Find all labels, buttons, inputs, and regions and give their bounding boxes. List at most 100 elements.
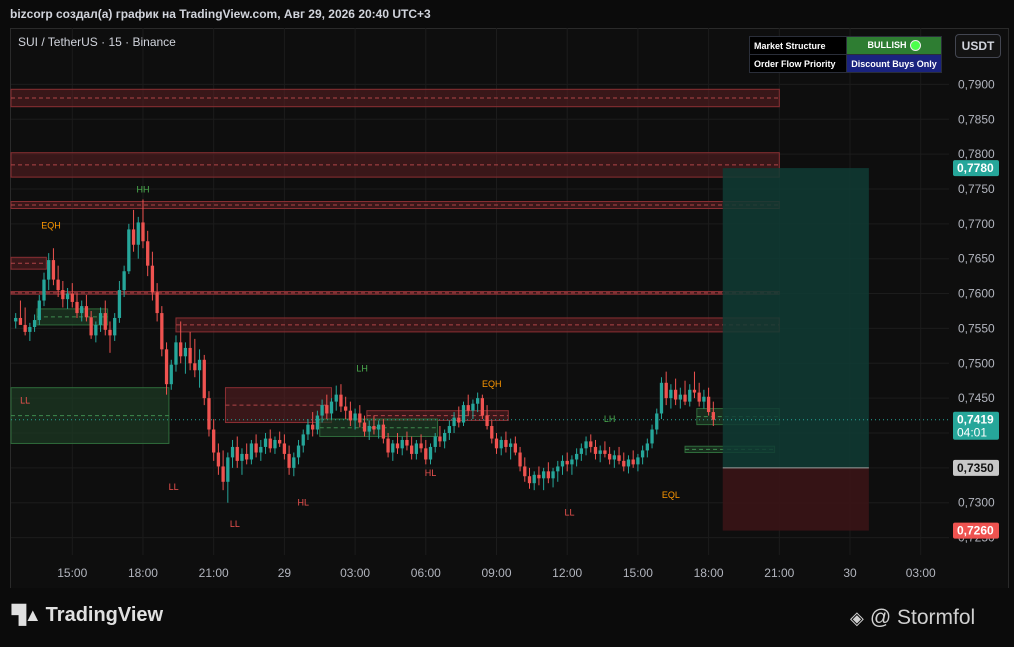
candle-body bbox=[75, 301, 79, 314]
price-tick-label: 0,7650 bbox=[958, 252, 995, 266]
candle-body bbox=[631, 459, 635, 465]
candle-body bbox=[471, 403, 475, 411]
candle-body bbox=[150, 265, 155, 293]
credit-text: @ Stormfol bbox=[869, 606, 976, 629]
structure-label: HL bbox=[297, 498, 309, 508]
structure-label: EQH bbox=[482, 379, 502, 389]
candle-body bbox=[65, 293, 70, 300]
time-tick-label: 03:00 bbox=[340, 566, 370, 580]
candle-body bbox=[424, 448, 428, 460]
candle-body bbox=[527, 476, 532, 484]
time-tick-label: 29 bbox=[278, 566, 292, 580]
candle-body bbox=[711, 412, 715, 420]
candle-body bbox=[702, 396, 706, 402]
structure-label: LL bbox=[230, 519, 240, 529]
candle-body bbox=[593, 446, 598, 454]
candle-body bbox=[499, 439, 503, 449]
candle-body bbox=[42, 279, 46, 301]
candle-body bbox=[353, 413, 357, 421]
symbol-label[interactable]: SUI / TetherUS · 15 · Binance bbox=[18, 35, 176, 49]
candle-body bbox=[362, 422, 367, 432]
candle-body bbox=[61, 290, 65, 300]
candle-body bbox=[428, 446, 433, 460]
candle-body bbox=[452, 417, 456, 427]
time-tick-label: 06:00 bbox=[411, 566, 441, 580]
candle-body bbox=[339, 394, 343, 407]
candle-body bbox=[381, 424, 386, 439]
author-credit: ◈ @ Stormfol bbox=[850, 606, 975, 630]
candle-body bbox=[405, 439, 409, 446]
countdown-label: 04:01 bbox=[957, 426, 987, 440]
candle-body bbox=[659, 382, 664, 414]
time-tick-label: 03:00 bbox=[906, 566, 936, 580]
candle-body bbox=[650, 429, 654, 444]
candle-body bbox=[579, 448, 583, 454]
candle-body bbox=[245, 453, 249, 460]
candle-body bbox=[541, 471, 546, 479]
price-tag-label: 0,7350 bbox=[957, 461, 994, 475]
candle-body bbox=[183, 347, 188, 357]
candle-body bbox=[508, 443, 513, 447]
candle-body bbox=[622, 460, 626, 467]
currency-button[interactable]: USDT bbox=[955, 34, 1001, 58]
price-tick-label: 0,7750 bbox=[958, 182, 995, 196]
stop-zone bbox=[722, 467, 869, 531]
time-tick-label: 21:00 bbox=[764, 566, 794, 580]
candle-body bbox=[494, 438, 499, 449]
candle-body bbox=[127, 229, 131, 272]
candle-body bbox=[367, 426, 371, 432]
time-tick-label: 30 bbox=[843, 566, 857, 580]
candle-body bbox=[513, 443, 518, 453]
candle-body bbox=[565, 460, 569, 465]
candle-body bbox=[391, 443, 395, 453]
candle-body bbox=[202, 359, 206, 399]
candle-body bbox=[278, 439, 282, 444]
candle-body bbox=[438, 436, 442, 442]
candle-body bbox=[442, 432, 447, 442]
candle-body bbox=[504, 439, 508, 447]
candle-body bbox=[617, 455, 621, 461]
candle-body bbox=[155, 292, 159, 314]
candle-body bbox=[18, 317, 23, 325]
candle-body bbox=[193, 363, 197, 371]
price-chart[interactable]: HH EQH LL LL LL HL LH HL EQH LL LH EQL 0,7900 0,7850… bbox=[0, 0, 1014, 647]
candle-body bbox=[296, 445, 301, 458]
candle-body bbox=[551, 471, 555, 479]
candle-body bbox=[560, 460, 565, 467]
candle-body bbox=[259, 446, 263, 453]
candle-body bbox=[216, 452, 221, 467]
structure-label: HH bbox=[136, 184, 149, 194]
candle-body bbox=[108, 329, 112, 336]
candle-body bbox=[377, 424, 381, 430]
candle-body bbox=[320, 405, 324, 416]
candle-body bbox=[37, 300, 41, 321]
candle-body bbox=[306, 424, 310, 435]
candle-body bbox=[207, 398, 211, 430]
structure-label: LL bbox=[565, 507, 575, 517]
candle-body bbox=[447, 426, 452, 433]
tradingview-logo[interactable]: ▜▲ TradingView bbox=[12, 604, 163, 627]
candle-body bbox=[94, 324, 98, 336]
target-zone bbox=[722, 168, 869, 468]
candle-body bbox=[669, 389, 673, 399]
candle-body bbox=[268, 438, 272, 449]
order-flow-value: Discount Buys Only bbox=[846, 54, 942, 73]
price-tick-label: 0,7300 bbox=[958, 496, 995, 510]
price-tag-label: 0,7419 bbox=[957, 413, 994, 427]
candle-body bbox=[160, 313, 164, 350]
status-dot-icon bbox=[909, 40, 921, 52]
candle-body bbox=[678, 394, 682, 400]
candle-body bbox=[230, 446, 235, 458]
candle-body bbox=[329, 401, 334, 414]
candle-body bbox=[169, 364, 173, 385]
candle-body bbox=[589, 441, 593, 447]
price-tick-label: 0,7800 bbox=[958, 147, 995, 161]
candle-body bbox=[344, 406, 348, 411]
candle-body bbox=[433, 436, 437, 447]
candle-body bbox=[692, 389, 697, 393]
candle-body bbox=[131, 229, 136, 245]
candle-body bbox=[23, 324, 27, 332]
candle-body bbox=[348, 410, 353, 421]
candle-body bbox=[655, 413, 659, 430]
market-structure-label: Market Structure bbox=[749, 36, 847, 55]
